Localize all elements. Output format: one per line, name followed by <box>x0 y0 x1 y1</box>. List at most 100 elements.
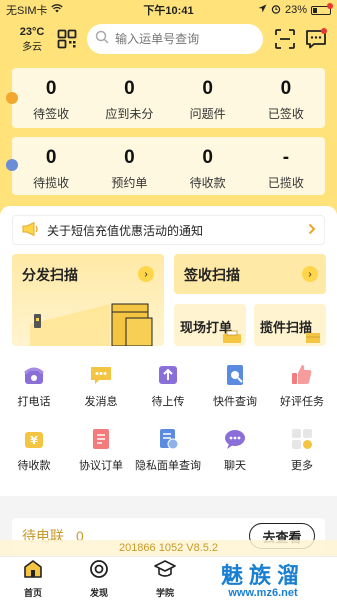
stat-label: 已签收 <box>267 107 304 121</box>
carrier-text: 无SIM卡 <box>6 5 48 17</box>
chevron-right-icon: › <box>138 266 154 282</box>
tab-discover[interactable]: 发现 <box>66 557 132 600</box>
waybill-search-input[interactable] <box>115 32 256 46</box>
chevron-right-icon <box>308 223 316 238</box>
stat-value: 0 <box>45 78 57 99</box>
battery-level: 23% <box>284 4 307 16</box>
grid-item-agreement-order[interactable]: 协议订单 <box>68 427 134 473</box>
qr-code-icon[interactable] <box>56 28 77 50</box>
stat-label: 已揽收 <box>267 176 304 190</box>
unread-dot <box>320 28 327 34</box>
scan-frame-icon[interactable] <box>273 27 296 51</box>
weather-condition: 多云 <box>22 41 43 53</box>
stat-to-collect-payment[interactable]: 0 待收款 <box>169 137 247 195</box>
waybill-search[interactable] <box>87 24 264 54</box>
stat-picked-up[interactable]: - 已揽收 <box>247 137 325 195</box>
parcel-search-icon <box>223 363 247 387</box>
delivery-stats-card: 0 待签收 0 应到未分 0 问题件 0 已签收 <box>6 68 325 128</box>
pickup-marker <box>6 159 18 171</box>
stat-label: 问题件 <box>189 107 226 121</box>
chat-icon <box>223 427 247 451</box>
version-text: 201866 1052 V8.5.2 <box>0 540 337 556</box>
onsite-print-tile[interactable]: 现场打单 <box>174 304 246 346</box>
stat-value: 0 <box>45 147 57 168</box>
grid-label: 打电话 <box>17 396 51 408</box>
stat-reserved[interactable]: 0 预约单 <box>90 137 168 195</box>
grid-item-parcel-search[interactable]: 快件查询 <box>202 363 268 409</box>
grid-item-privacy-waybill[interactable]: 隐私面单查询 <box>135 427 201 473</box>
grid-item-message[interactable]: 发消息 <box>68 363 134 409</box>
grid-label: 待上传 <box>151 396 185 408</box>
grid-item-pending-upload[interactable]: 待上传 <box>135 363 201 409</box>
stat-label: 待签收 <box>33 107 70 121</box>
notice-bar[interactable]: 关于短信充值优惠活动的通知 <box>12 215 325 245</box>
tab-home[interactable]: 首页 <box>0 557 66 600</box>
stat-to-sign[interactable]: 0 待签收 <box>12 68 90 128</box>
wifi-icon <box>50 4 63 16</box>
stat-label: 待揽收 <box>33 176 70 190</box>
stat-to-pickup[interactable]: 0 待揽收 <box>12 137 90 195</box>
search-icon <box>95 30 109 49</box>
parcel-icon <box>306 333 320 343</box>
status-bar: 无SIM卡 下午10:41 23% <box>0 0 337 20</box>
grid-label: 待收款 <box>17 460 51 472</box>
stat-value: 0 <box>124 147 135 168</box>
more-icon <box>290 427 314 451</box>
tab-academy[interactable]: 学院 <box>132 557 198 600</box>
printer-icon <box>223 330 241 343</box>
stat-signed[interactable]: 0 已签收 <box>247 68 325 128</box>
stat-value: 0 <box>202 78 213 99</box>
temperature: 23°C <box>19 25 45 38</box>
graduation-cap-icon <box>154 559 176 584</box>
watermark: 魅族溜 www.mz6.net <box>198 558 328 599</box>
dispatch-scan-tile[interactable]: 分发扫描 › <box>12 254 164 346</box>
grid-item-pending-payment[interactable]: ¥ 待收款 <box>1 427 67 473</box>
stat-value: 0 <box>280 78 292 99</box>
weather-widget[interactable]: 23°C 多云 <box>12 26 52 53</box>
stat-label: 应到未分 <box>105 107 154 121</box>
tab-label: 首页 <box>23 587 42 598</box>
upload-icon <box>156 363 180 387</box>
watermark-brand: 魅族溜 <box>220 563 305 588</box>
chevron-right-icon: › <box>302 266 318 282</box>
stat-value: 0 <box>124 78 135 99</box>
battery-icon <box>311 2 333 15</box>
grid-label: 好评任务 <box>280 396 324 408</box>
tab-label: 学院 <box>155 587 174 598</box>
grid-item-more[interactable]: 更多 <box>269 427 335 473</box>
alarm-icon <box>271 4 281 17</box>
stat-value: - <box>282 147 290 168</box>
notice-text: 关于短信充值优惠活动的通知 <box>47 223 204 238</box>
pickup-scan-tile[interactable]: 揽件扫描 <box>254 304 326 346</box>
grid-label: 协议订单 <box>79 460 123 472</box>
stat-label: 待收款 <box>189 176 226 190</box>
stat-problem[interactable]: 0 问题件 <box>169 68 247 128</box>
app-header: 23°C 多云 <box>0 22 337 56</box>
grid-label: 更多 <box>291 460 313 472</box>
tab-label: 发现 <box>89 587 108 598</box>
grid-item-review-task[interactable]: 好评任务 <box>269 363 335 409</box>
grid-item-chat[interactable]: 聊天 <box>202 427 268 473</box>
message-center-icon[interactable] <box>304 27 327 51</box>
sign-scan-title: 签收扫描 <box>184 267 240 283</box>
stat-arrived-unassigned[interactable]: 0 应到未分 <box>90 68 168 128</box>
pickup-stats-card: 0 待揽收 0 预约单 0 待收款 - 已揽收 <box>6 137 325 195</box>
parcel-boxes-icon <box>30 303 153 346</box>
delivery-marker <box>6 92 18 104</box>
home-icon <box>23 559 43 584</box>
thumbs-up-icon <box>290 363 314 387</box>
message-icon <box>89 363 113 387</box>
megaphone-icon <box>21 221 39 240</box>
privacy-waybill-icon <box>156 427 180 451</box>
location-icon <box>258 4 267 16</box>
agreement-icon <box>89 427 113 451</box>
payment-icon: ¥ <box>22 427 46 451</box>
phone-icon <box>22 363 46 387</box>
sign-scan-tile[interactable]: 签收扫描 › <box>174 254 326 294</box>
watermark-url: www.mz6.net <box>228 587 298 599</box>
grid-item-call[interactable]: 打电话 <box>1 363 67 409</box>
grid-label: 隐私面单查询 <box>135 460 201 472</box>
stat-value: 0 <box>202 147 213 168</box>
grid-label: 聊天 <box>224 460 246 472</box>
dispatch-scan-title: 分发扫描 <box>22 267 78 283</box>
